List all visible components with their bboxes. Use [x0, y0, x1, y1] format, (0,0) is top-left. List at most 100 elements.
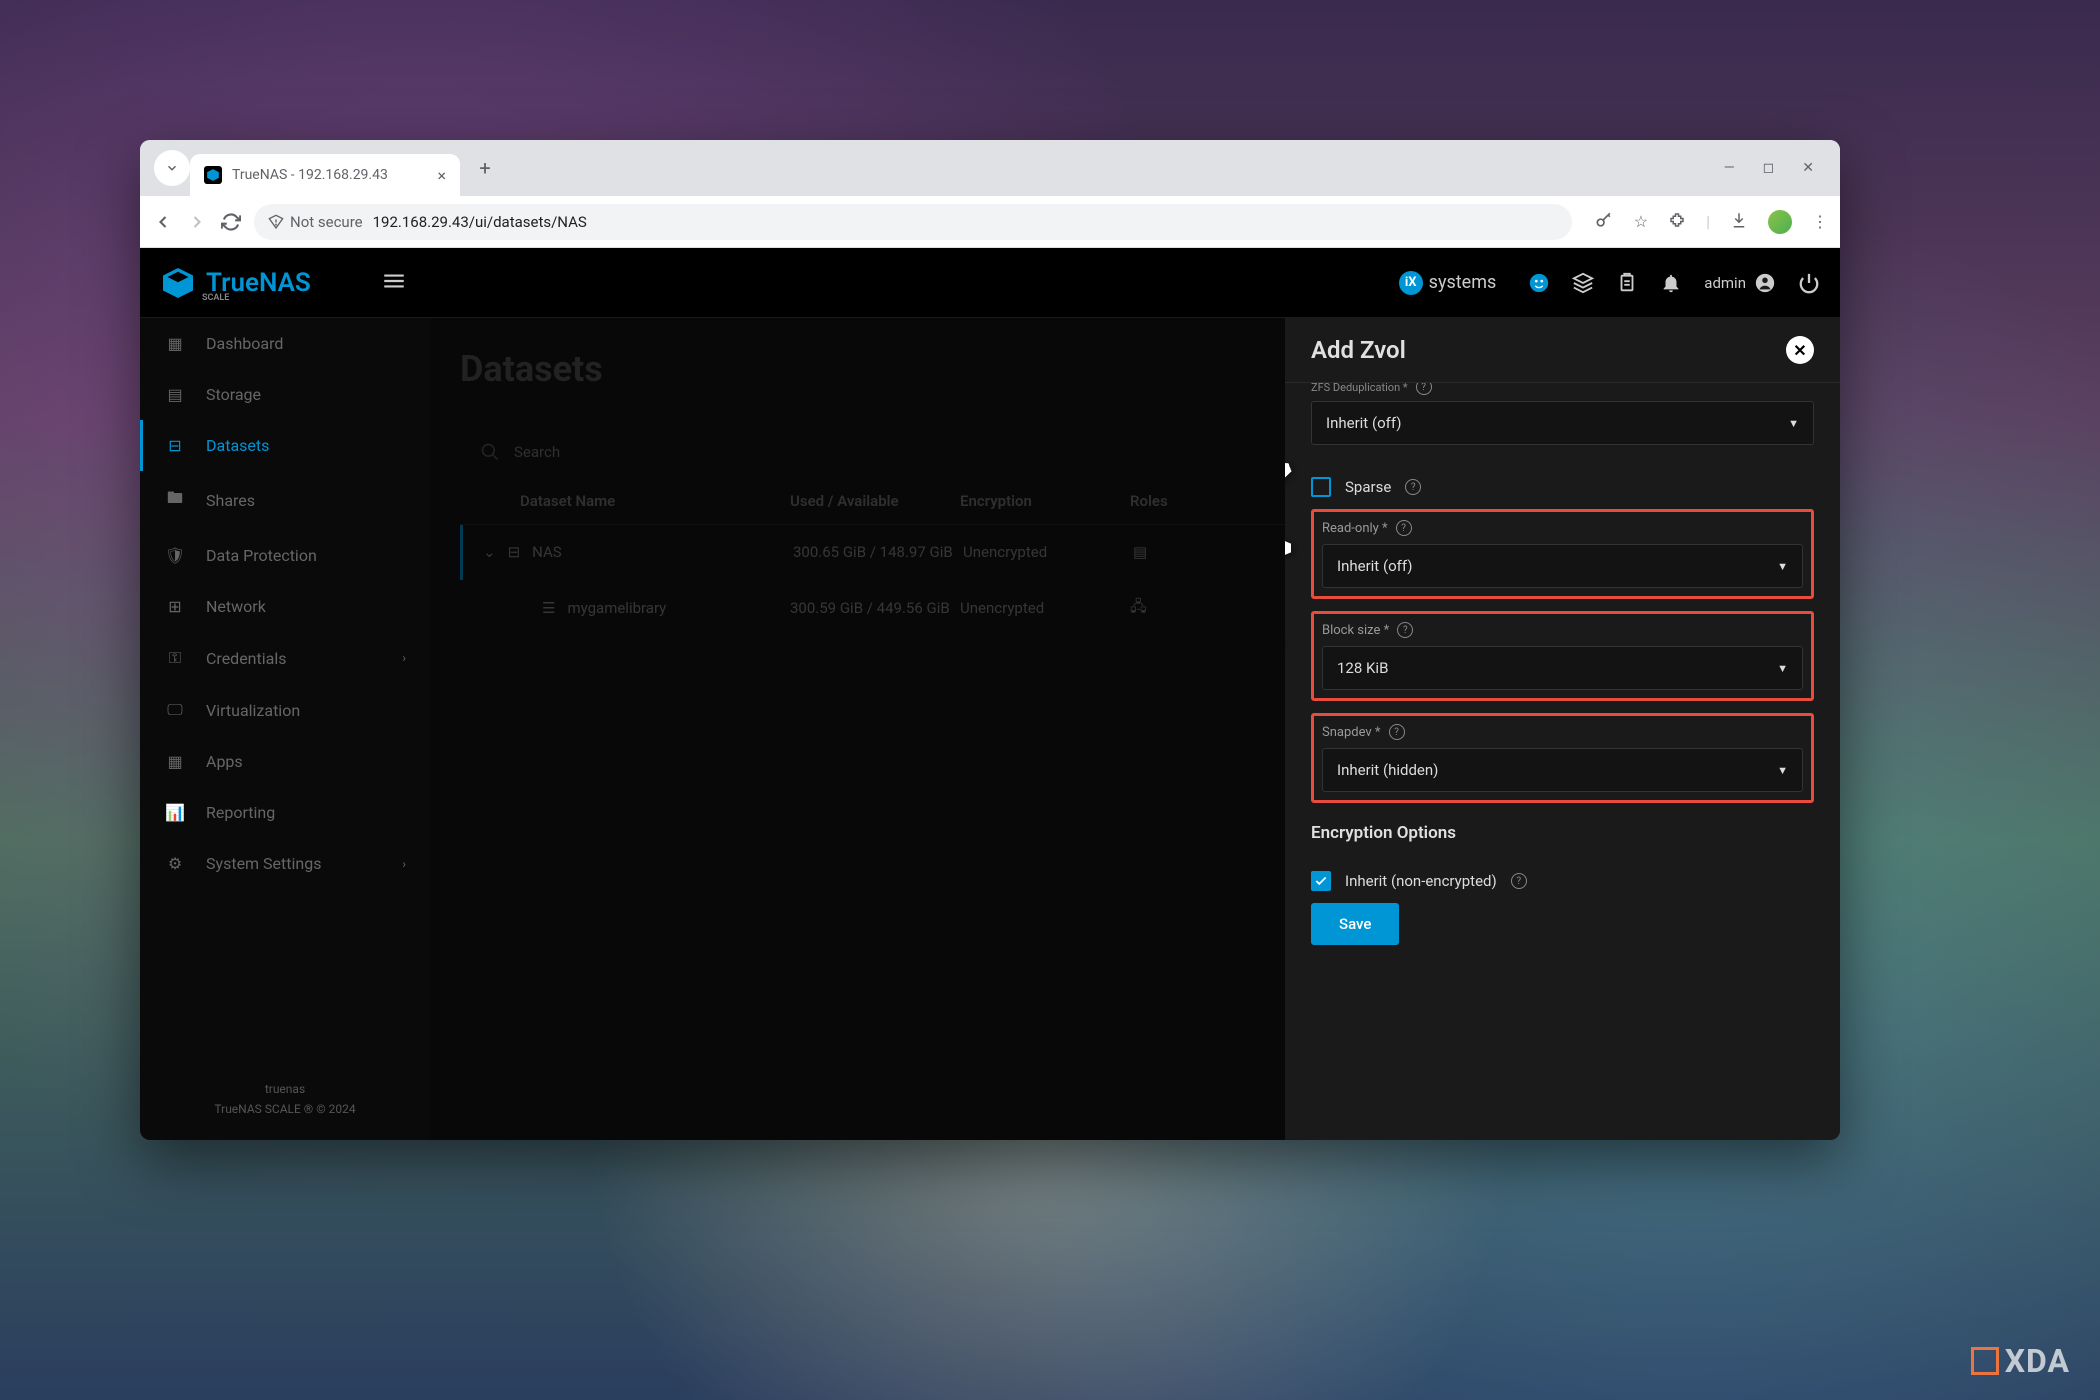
help-icon[interactable]: ? — [1389, 724, 1405, 740]
blocksize-select[interactable]: 128 KiB▼ — [1322, 646, 1803, 690]
sidebar-item-network[interactable]: ⊞Network — [140, 581, 430, 632]
tab-title: TrueNAS - 192.168.29.43 — [232, 167, 388, 183]
browser-reload-button[interactable] — [220, 211, 242, 233]
ix-label: systems — [1429, 272, 1497, 293]
browser-window: TrueNAS - 192.168.29.43 × + — ◻ ✕ Not se… — [140, 140, 1840, 1140]
browser-menu-icon[interactable]: ⋮ — [1812, 212, 1828, 231]
inherit-enc-label: Inherit (non-encrypted) — [1345, 872, 1497, 890]
save-button[interactable]: Save — [1311, 903, 1399, 945]
footer-copyright: TrueNAS SCALE ® © 2024 — [158, 1102, 412, 1116]
extensions-icon[interactable] — [1668, 211, 1686, 233]
power-icon[interactable] — [1798, 272, 1820, 294]
sidebar-item-system-settings[interactable]: ⚙System Settings› — [140, 838, 430, 889]
xda-logo-icon — [1971, 1347, 1999, 1375]
snapdev-label: Snapdev * — [1322, 725, 1381, 740]
chevron-right-icon: › — [402, 857, 406, 871]
logo-icon — [160, 265, 196, 301]
browser-forward-button[interactable] — [186, 211, 208, 233]
readonly-highlight: Read-only *? Inherit (off)▼ — [1311, 509, 1814, 599]
laptop-icon: 🖵 — [164, 700, 186, 720]
snapdev-select[interactable]: Inherit (hidden)▼ — [1322, 748, 1803, 792]
tab-favicon-icon — [204, 166, 222, 184]
url-text: 192.168.29.43/ui/datasets/NAS — [373, 213, 587, 231]
username: admin — [1704, 274, 1746, 292]
menu-toggle-button[interactable] — [381, 268, 407, 298]
chevron-down-icon: ▼ — [1788, 417, 1799, 430]
sparse-checkbox-row[interactable]: Sparse ? — [1311, 465, 1814, 509]
readonly-label: Read-only * — [1322, 521, 1388, 536]
window-minimize-button[interactable]: — — [1724, 160, 1735, 176]
sidebar-item-storage[interactable]: ▤Storage — [140, 369, 430, 420]
browser-titlebar: TrueNAS - 192.168.29.43 × + — ◻ ✕ — [140, 140, 1840, 196]
help-icon[interactable]: ? — [1511, 873, 1527, 889]
layers-icon[interactable] — [1572, 272, 1594, 294]
chevron-down-icon: ▼ — [1777, 560, 1788, 573]
blocksize-highlight: Block size *? 128 KiB▼ — [1311, 611, 1814, 701]
user-menu[interactable]: admin — [1704, 272, 1776, 294]
chevron-down-icon: ▼ — [1777, 764, 1788, 777]
password-key-icon[interactable] — [1594, 210, 1614, 234]
shares-icon: 🖿 — [164, 487, 186, 514]
shield-icon: 🛡 — [164, 546, 186, 565]
snapdev-highlight: Snapdev *? Inherit (hidden)▼ — [1311, 713, 1814, 803]
sparse-label: Sparse — [1345, 478, 1391, 496]
add-zvol-panel: Add Zvol ✕ ZFS Deduplication *? Inherit … — [1285, 318, 1840, 1140]
help-icon[interactable]: ? — [1416, 383, 1432, 395]
dashboard-icon: ▦ — [164, 334, 186, 353]
key-icon: ⚿ — [164, 648, 186, 668]
panel-close-button[interactable]: ✕ — [1786, 336, 1814, 364]
inherit-enc-checkbox[interactable] — [1311, 871, 1331, 891]
user-icon — [1754, 272, 1776, 294]
sidebar-item-data-protection[interactable]: 🛡Data Protection — [140, 530, 430, 581]
chevron-right-icon: › — [402, 651, 406, 665]
help-icon[interactable]: ? — [1405, 479, 1421, 495]
status-icon[interactable] — [1528, 272, 1550, 294]
sidebar-item-reporting[interactable]: 📊Reporting — [140, 787, 430, 838]
inherit-enc-checkbox-row[interactable]: Inherit (non-encrypted) ? — [1311, 859, 1814, 903]
readonly-select[interactable]: Inherit (off)▼ — [1322, 544, 1803, 588]
sparse-checkbox[interactable] — [1311, 477, 1331, 497]
browser-tab[interactable]: TrueNAS - 192.168.29.43 × — [190, 154, 460, 196]
zfs-dedup-select[interactable]: Inherit (off)▼ — [1311, 401, 1814, 445]
encryption-section-title: Encryption Options — [1311, 823, 1814, 843]
help-icon[interactable]: ? — [1396, 520, 1412, 536]
sidebar-item-virtualization[interactable]: 🖵Virtualization — [140, 684, 430, 736]
profile-avatar-icon[interactable] — [1768, 210, 1792, 234]
browser-back-button[interactable] — [152, 211, 174, 233]
security-indicator[interactable]: Not secure — [268, 213, 363, 231]
ixsystems-logo[interactable]: iX systems — [1399, 271, 1497, 295]
app-header: TrueNAS SCALE iX systems admin — [140, 248, 1840, 318]
download-icon[interactable] — [1730, 211, 1748, 233]
sidebar-item-credentials[interactable]: ⚿Credentials› — [140, 632, 430, 684]
bookmark-star-icon[interactable]: ☆ — [1634, 212, 1648, 231]
tab-search-button[interactable] — [154, 150, 190, 186]
new-tab-button[interactable]: + — [470, 153, 500, 183]
url-field[interactable]: Not secure 192.168.29.43/ui/datasets/NAS — [254, 204, 1572, 240]
sidebar: ▦Dashboard ▤Storage ⊟Datasets 🖿Shares 🛡D… — [140, 248, 430, 1140]
tab-close-button[interactable]: × — [437, 166, 446, 185]
browser-address-bar: Not secure 192.168.29.43/ui/datasets/NAS… — [140, 196, 1840, 248]
notifications-icon[interactable] — [1660, 272, 1682, 294]
window-maximize-button[interactable]: ◻ — [1763, 160, 1775, 176]
sidebar-item-shares[interactable]: 🖿Shares — [140, 471, 430, 530]
gear-icon: ⚙ — [164, 854, 186, 873]
sidebar-item-dashboard[interactable]: ▦Dashboard — [140, 318, 430, 369]
chevron-down-icon: ▼ — [1777, 662, 1788, 675]
truenas-logo[interactable]: TrueNAS SCALE — [160, 265, 311, 301]
sidebar-item-apps[interactable]: ▦Apps — [140, 736, 430, 787]
xda-watermark: XDA — [1971, 1342, 2070, 1380]
help-icon[interactable]: ? — [1397, 622, 1413, 638]
security-label: Not secure — [290, 213, 363, 231]
footer-hostname: truenas — [158, 1082, 412, 1096]
chart-icon: 📊 — [164, 803, 186, 822]
blocksize-label: Block size * — [1322, 623, 1389, 638]
clipboard-icon[interactable] — [1616, 272, 1638, 294]
ix-icon: iX — [1399, 271, 1423, 295]
watermark-text: XDA — [2005, 1342, 2070, 1380]
storage-icon: ▤ — [164, 385, 186, 404]
sidebar-footer: truenas TrueNAS SCALE ® © 2024 — [140, 1064, 430, 1140]
window-close-button[interactable]: ✕ — [1802, 160, 1814, 176]
sidebar-item-datasets[interactable]: ⊟Datasets — [140, 420, 430, 471]
datasets-icon: ⊟ — [164, 436, 186, 455]
network-icon: ⊞ — [164, 597, 186, 616]
